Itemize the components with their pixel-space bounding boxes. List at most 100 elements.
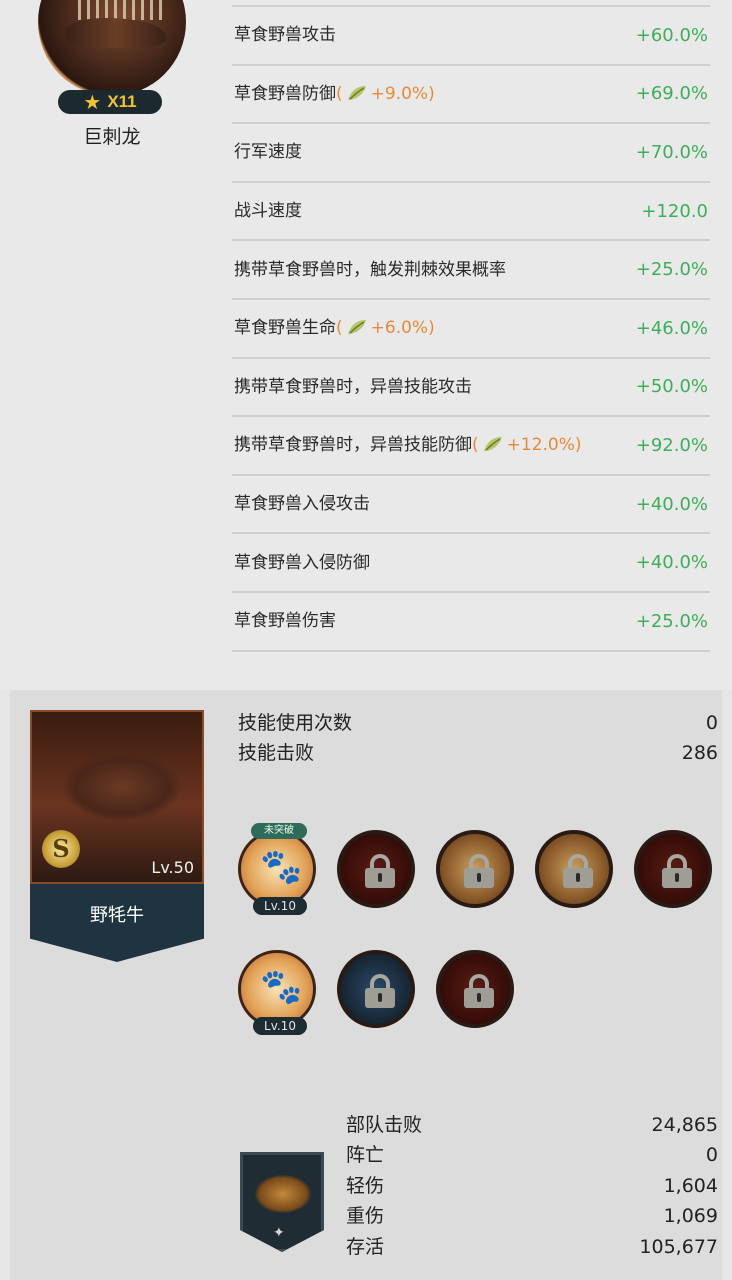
stat-value: +40.0% bbox=[635, 552, 708, 574]
stat-label: 携带草食野兽时，触发荆棘效果概率 bbox=[234, 259, 506, 280]
troop-icon[interactable]: ✦ bbox=[240, 1152, 324, 1252]
troop-stat-label: 部队击败 bbox=[346, 1114, 423, 1136]
stat-label-text: 草食野兽生命 bbox=[234, 318, 336, 339]
stat-row: 草食野兽生命( +6.0%) +46.0% bbox=[232, 297, 710, 357]
beast-stats-panel: ★ X11 巨刺龙 草食野兽攻击 +60.0% 草食野兽防御(+9.0%) +6… bbox=[0, 0, 732, 690]
lock-icon bbox=[563, 854, 593, 888]
leaf-icon bbox=[483, 437, 502, 452]
skill-level: Lv.10 bbox=[253, 1017, 307, 1035]
stat-value: +69.0% bbox=[635, 83, 708, 105]
beast-name: 巨刺龙 bbox=[83, 126, 141, 148]
skill-stats: 技能使用次数 0 技能击败 286 bbox=[238, 708, 718, 768]
stat-value: +25.0% bbox=[635, 610, 708, 632]
skill-slot-4[interactable] bbox=[535, 830, 613, 908]
star-icon: ★ bbox=[83, 90, 102, 114]
stat-row: 草食野兽入侵防御 +40.0% bbox=[232, 532, 710, 591]
bonus-open: ( bbox=[336, 83, 343, 104]
stat-label: 草食野兽生命( +6.0%) bbox=[232, 317, 435, 339]
lock-icon bbox=[464, 854, 494, 888]
skill-tag: 未突破 bbox=[251, 823, 307, 839]
skill-slot-2[interactable] bbox=[337, 830, 415, 908]
stat-row: 行军速度 +70.0% bbox=[232, 122, 710, 181]
stat-label-text: 携带草食野兽时，异兽技能防御 bbox=[234, 435, 472, 456]
lock-icon bbox=[365, 974, 395, 1008]
stat-label: 草食野兽攻击 bbox=[234, 25, 336, 46]
stat-value: +60.0% bbox=[635, 24, 708, 46]
stat-label: 草食野兽伤害 bbox=[234, 611, 336, 632]
stat-value: +25.0% bbox=[635, 259, 708, 281]
paw-icon: 🐾 bbox=[260, 847, 303, 887]
beast-portrait[interactable] bbox=[38, 0, 186, 96]
stat-bonus: +9.0% bbox=[370, 83, 429, 104]
stat-label-text: 草食野兽防御 bbox=[234, 83, 336, 104]
troop-stat-row: 重伤 1,069 bbox=[346, 1201, 718, 1231]
skill-stat-value: 0 bbox=[705, 712, 718, 734]
skill-slot-5[interactable] bbox=[634, 830, 712, 908]
stat-bonus: +6.0% bbox=[370, 318, 429, 339]
troop-emblem-icon: ✦ bbox=[273, 1225, 285, 1241]
stat-row: 草食野兽伤害 +25.0% bbox=[232, 590, 710, 652]
troop-stat-row: 轻伤 1,604 bbox=[346, 1171, 718, 1201]
stat-label: 草食野兽入侵攻击 bbox=[234, 494, 370, 515]
stat-label: 携带草食野兽时，异兽技能防御( +12.0%) bbox=[232, 434, 582, 456]
skill-stat-value: 286 bbox=[681, 742, 718, 764]
lock-icon bbox=[464, 974, 494, 1008]
troop-stat-label: 重伤 bbox=[346, 1205, 385, 1228]
stat-row: 草食野兽防御( +9.0%) +69.0% bbox=[232, 63, 710, 123]
bull-image bbox=[255, 1175, 311, 1213]
troop-stat-row: 阵亡 0 bbox=[346, 1140, 718, 1170]
troop-stat-value: 105,677 bbox=[639, 1235, 718, 1258]
stat-label: 草食野兽防御( +9.0%) bbox=[232, 83, 435, 105]
skill-slot-6[interactable]: 🐾 Lv.10 bbox=[238, 950, 316, 1035]
stat-value: +50.0% bbox=[635, 376, 708, 398]
lock-icon bbox=[662, 854, 692, 888]
pet-banner: 野牦牛 bbox=[30, 884, 204, 962]
yak-image bbox=[62, 752, 182, 822]
stat-row: 携带草食野兽时，异兽技能防御( +12.0%) +92.0% bbox=[232, 415, 710, 474]
stat-value: +70.0% bbox=[635, 141, 708, 163]
stat-bonus: +12.0% bbox=[506, 435, 575, 456]
skill-slot-1[interactable]: 未突破 🐾 Lv.10 bbox=[238, 823, 316, 915]
troop-stat-value: 1,604 bbox=[663, 1174, 718, 1197]
paw-icon: 🐾 bbox=[260, 967, 303, 1007]
pet-card[interactable]: S Lv.50 野牦牛 bbox=[30, 710, 204, 962]
stat-label: 战斗速度 bbox=[234, 201, 302, 222]
star-count: X11 bbox=[107, 92, 137, 111]
bonus-open: ( bbox=[336, 318, 343, 339]
bonus-close: ) bbox=[428, 83, 435, 104]
pet-level: Lv.50 bbox=[151, 858, 194, 877]
stat-value: +40.0% bbox=[635, 493, 708, 515]
skill-level: Lv.10 bbox=[253, 897, 307, 915]
stat-label: 携带草食野兽时，异兽技能攻击 bbox=[234, 376, 472, 397]
stat-value: +46.0% bbox=[635, 317, 708, 339]
bonus-close: ) bbox=[428, 318, 435, 339]
bonus-open: ( bbox=[472, 435, 479, 456]
skill-stat-row: 技能使用次数 0 bbox=[238, 708, 718, 738]
troop-stat-label: 轻伤 bbox=[346, 1174, 385, 1197]
skill-stat-label: 技能击败 bbox=[238, 742, 315, 764]
stat-label: 行军速度 bbox=[234, 142, 302, 163]
stat-label: 草食野兽入侵防御 bbox=[234, 552, 370, 573]
stat-value: +92.0% bbox=[635, 434, 708, 456]
troop-stat-label: 存活 bbox=[346, 1235, 385, 1258]
dino-image bbox=[66, 18, 166, 48]
stat-row: 草食野兽入侵攻击 +40.0% bbox=[232, 473, 710, 533]
stat-list: 草食野兽攻击 +60.0% 草食野兽防御(+9.0%) +69.0% 行军速度 … bbox=[232, 5, 710, 652]
stat-row: 草食野兽攻击 +60.0% bbox=[232, 5, 710, 64]
skill-slot-3[interactable] bbox=[436, 830, 514, 908]
troop-stats: 部队击败 24,865 阵亡 0 轻伤 1,604 重伤 1,069 存活 10… bbox=[346, 1110, 718, 1262]
lock-icon bbox=[365, 854, 395, 888]
pet-panel: S Lv.50 野牦牛 技能使用次数 0 技能击败 286 未突破 🐾 Lv.1… bbox=[10, 690, 722, 1280]
troop-stat-value: 0 bbox=[705, 1144, 718, 1167]
bonus-close: ) bbox=[574, 435, 582, 456]
dino-spikes bbox=[78, 0, 168, 20]
troop-stat-label: 阵亡 bbox=[346, 1144, 385, 1167]
leaf-icon bbox=[347, 320, 366, 335]
pet-image: S Lv.50 bbox=[30, 710, 204, 884]
stat-value: +120.0 bbox=[641, 200, 708, 222]
skill-slot-7[interactable] bbox=[337, 950, 415, 1028]
star-badge: ★ X11 bbox=[58, 90, 162, 114]
troop-stat-row: 存活 105,677 bbox=[346, 1232, 718, 1262]
skill-slot-8[interactable] bbox=[436, 950, 514, 1028]
grade-badge: S bbox=[42, 830, 80, 868]
